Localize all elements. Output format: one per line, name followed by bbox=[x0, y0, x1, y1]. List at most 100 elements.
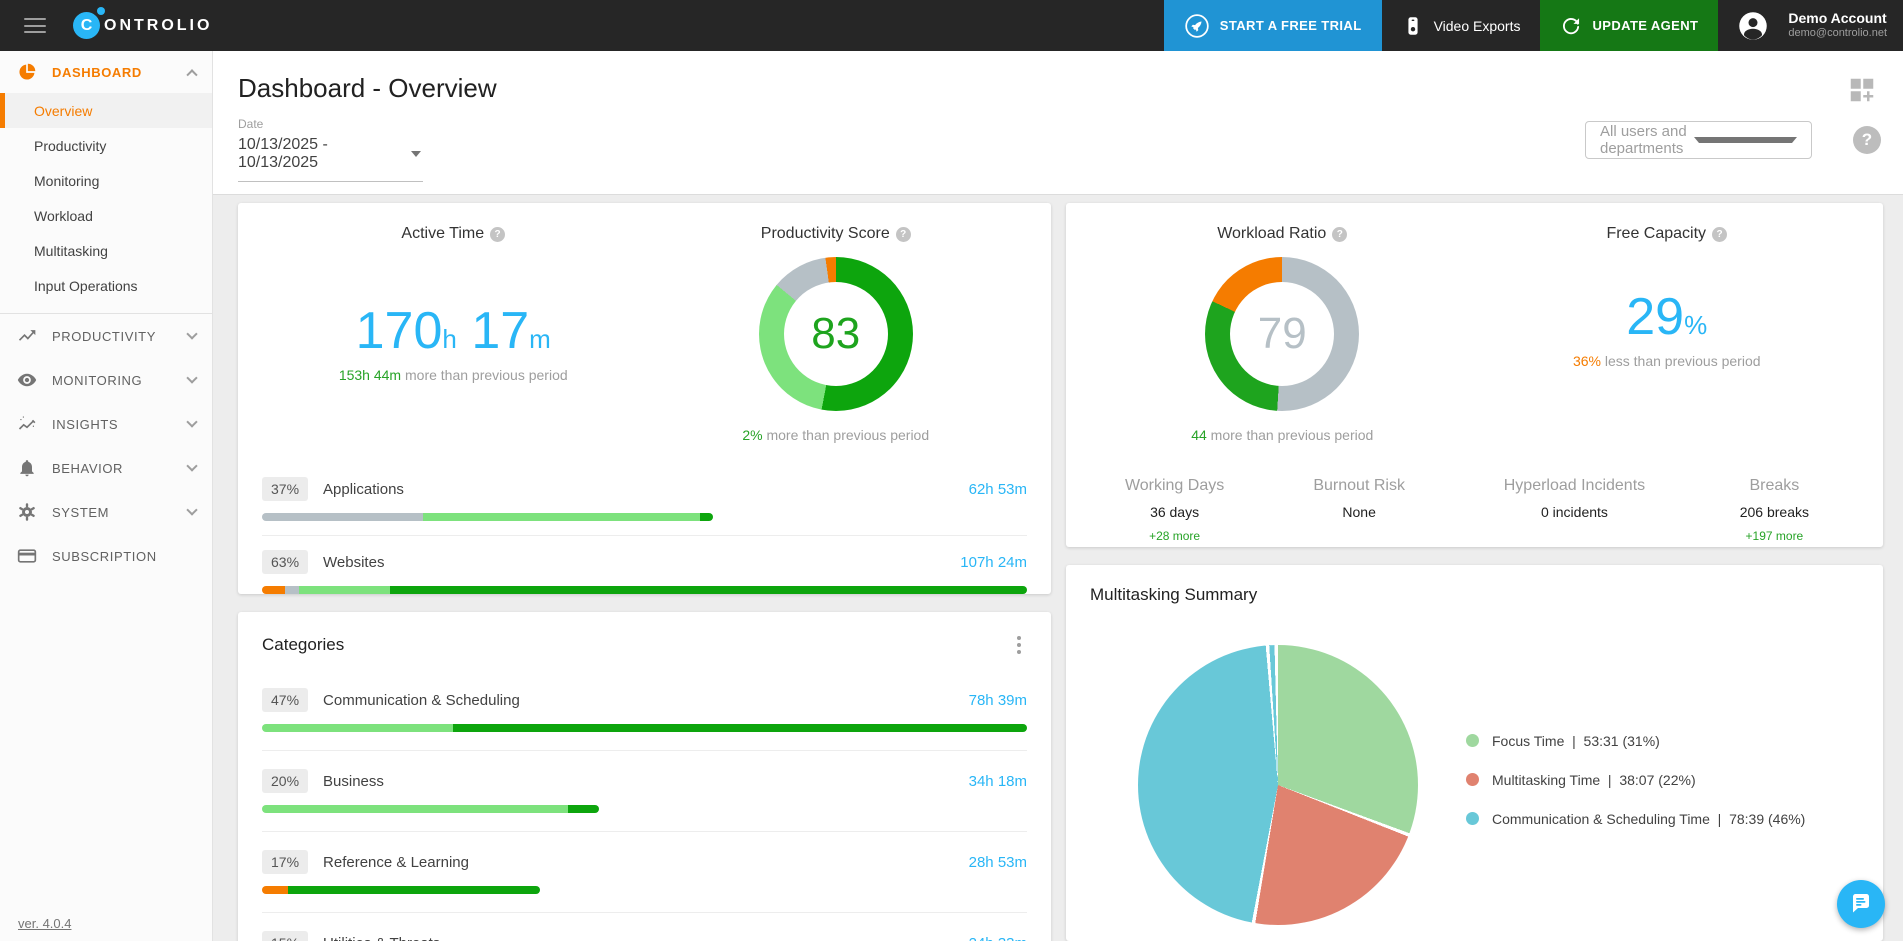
workload-ratio-delta: 44 more than previous period bbox=[1191, 427, 1373, 443]
progress-bar bbox=[262, 513, 1027, 521]
active-time-delta: 153h 44m more than previous period bbox=[339, 367, 568, 383]
logo-dot bbox=[97, 7, 105, 15]
chevron-down-icon bbox=[186, 504, 197, 515]
sidebar-item-productivity[interactable]: Productivity bbox=[0, 128, 212, 163]
sidebar-item-productivity[interactable]: PRODUCTIVITY bbox=[0, 314, 212, 358]
update-agent-button[interactable]: UPDATE AGENT bbox=[1540, 0, 1718, 51]
row-time: 107h 24m bbox=[960, 554, 1027, 571]
bar-segment bbox=[390, 586, 1027, 594]
row-label: Utilities & Threats bbox=[323, 935, 969, 941]
gear-icon bbox=[16, 501, 38, 523]
row-time: 28h 53m bbox=[969, 854, 1027, 871]
bar-segment bbox=[262, 513, 423, 521]
legend-label: Focus Time | 53:31 (31%) bbox=[1492, 733, 1660, 749]
percent-badge: 17% bbox=[262, 850, 308, 874]
bar-segment bbox=[288, 886, 540, 894]
stat-row-utilities-threats: 15%Utilities & Threats24h 33m bbox=[262, 912, 1027, 941]
version-link[interactable]: ver. 4.0.4 bbox=[18, 916, 71, 931]
row-label: Communication & Scheduling bbox=[323, 692, 969, 709]
sidebar-item-insights[interactable]: INSIGHTS bbox=[0, 402, 212, 446]
productivity-score-value: 83 bbox=[759, 257, 913, 411]
date-range-picker[interactable]: 10/13/2025 - 10/13/2025 bbox=[238, 131, 423, 182]
percent-badge: 47% bbox=[262, 688, 308, 712]
legend-label: Communication & Scheduling Time | 78:39 … bbox=[1492, 811, 1805, 827]
stat-row-communication-scheduling: 47% Communication & Scheduling78h 39m bbox=[262, 670, 1027, 732]
row-time: 78h 39m bbox=[969, 692, 1027, 709]
chevron-down-icon bbox=[186, 328, 197, 339]
progress-bar bbox=[262, 586, 1027, 594]
stat-row-websites: 63%Websites107h 24m bbox=[262, 535, 1027, 594]
video-file-icon bbox=[1402, 15, 1424, 37]
sidebar-item-subscription[interactable]: SUBSCRIPTION bbox=[0, 534, 212, 578]
workload-stat-hyperload-incidents: Hyperload Incidents0 incidents bbox=[1459, 477, 1690, 543]
help-icon[interactable]: ? bbox=[896, 227, 911, 242]
help-icon[interactable]: ? bbox=[1332, 227, 1347, 242]
top-bar: C ONTROLIO START A FREE TRIAL Video Expo… bbox=[0, 0, 1903, 51]
hamburger-menu-icon[interactable] bbox=[24, 18, 46, 33]
workload-stat-burnout-risk: Burnout RiskNone bbox=[1259, 477, 1459, 543]
credit-card-icon bbox=[16, 545, 38, 567]
bar-segment bbox=[568, 805, 599, 813]
free-capacity-title: Free Capacity bbox=[1606, 225, 1706, 243]
bar-segment bbox=[423, 513, 701, 521]
account-name: Demo Account bbox=[1788, 10, 1887, 28]
row-time: 24h 33m bbox=[969, 935, 1027, 941]
multitasking-legend: Focus Time | 53:31 (31%)Multitasking Tim… bbox=[1466, 733, 1805, 850]
insights-icon bbox=[16, 413, 38, 435]
progress-bar bbox=[262, 724, 1027, 732]
productivity-score-donut: 83 bbox=[759, 257, 913, 411]
bar-segment bbox=[262, 586, 285, 594]
sidebar-item-monitoring[interactable]: Monitoring bbox=[0, 163, 212, 198]
account-email: demo@controlio.net bbox=[1788, 27, 1887, 41]
chevron-down-icon bbox=[186, 460, 197, 471]
page-title: Dashboard - Overview bbox=[238, 51, 1903, 104]
eye-icon bbox=[16, 369, 38, 391]
chat-fab-button[interactable] bbox=[1837, 880, 1885, 928]
sidebar-item-input-operations[interactable]: Input Operations bbox=[0, 268, 212, 303]
workload-ratio-value: 79 bbox=[1205, 257, 1359, 411]
percent-badge: 63% bbox=[262, 550, 308, 574]
account-menu[interactable]: Demo Account demo@controlio.net bbox=[1718, 0, 1903, 51]
app-logo[interactable]: C ONTROLIO bbox=[73, 12, 212, 39]
stat-row-reference-learning: 17%Reference & Learning28h 53m bbox=[262, 831, 1027, 894]
video-exports-label: Video Exports bbox=[1434, 18, 1521, 34]
users-filter-dropdown[interactable]: All users and departments bbox=[1585, 121, 1812, 159]
sidebar-item-behavior[interactable]: BEHAVIOR bbox=[0, 446, 212, 490]
sidebar-item-workload[interactable]: Workload bbox=[0, 198, 212, 233]
row-time: 62h 53m bbox=[969, 481, 1027, 498]
categories-rows: 47% Communication & Scheduling78h 39m 20%B… bbox=[262, 670, 1027, 941]
help-button[interactable]: ? bbox=[1853, 126, 1881, 154]
main-area: Dashboard - Overview Date 10/13/2025 - 1… bbox=[213, 51, 1903, 941]
workload-stats-row: Working Days36 days+28 moreBurnout RiskN… bbox=[1090, 477, 1859, 543]
help-icon[interactable]: ? bbox=[1712, 227, 1727, 242]
percent-badge: 20% bbox=[262, 769, 308, 793]
sidebar-item-overview[interactable]: Overview bbox=[0, 93, 212, 128]
logo-c-circle: C bbox=[73, 12, 100, 39]
bar-segment bbox=[262, 724, 453, 732]
video-exports-button[interactable]: Video Exports bbox=[1382, 0, 1541, 51]
chevron-up-icon bbox=[186, 69, 197, 80]
active-time-value: 170h 17m bbox=[356, 305, 551, 357]
sidebar-item-system[interactable]: SYSTEM bbox=[0, 490, 212, 534]
active-time-title: Active Time bbox=[401, 225, 484, 243]
start-free-trial-button[interactable]: START A FREE TRIAL bbox=[1164, 0, 1382, 51]
sidebar-item-dashboard[interactable]: DASHBOARD bbox=[0, 51, 212, 93]
multitasking-title: Multitasking Summary bbox=[1090, 585, 1859, 605]
percent-badge: 37% bbox=[262, 477, 308, 501]
chevron-down-icon bbox=[186, 372, 197, 383]
sidebar-item-monitoring[interactable]: MONITORING bbox=[0, 358, 212, 402]
categories-card: Categories 47%Communication & Scheduling… bbox=[238, 612, 1051, 941]
dashboard-content: Active Time ? 170h 17m 153h 44m more tha… bbox=[213, 195, 1903, 941]
dashboard-layout-add-icon[interactable] bbox=[1847, 75, 1877, 110]
legend-dot bbox=[1466, 734, 1479, 747]
progress-bar bbox=[262, 805, 1027, 813]
stat-row-business: 20%Business34h 18m bbox=[262, 750, 1027, 813]
productivity-score-title: Productivity Score bbox=[761, 225, 890, 243]
sidebar-item-multitasking[interactable]: Multitasking bbox=[0, 233, 212, 268]
help-icon[interactable]: ? bbox=[490, 227, 505, 242]
avatar-icon bbox=[1738, 11, 1768, 41]
update-refresh-icon bbox=[1560, 15, 1582, 37]
workload-card: Workload Ratio ? 79 44 more than previou… bbox=[1066, 203, 1883, 547]
productivity-score-title-row: Productivity Score ? bbox=[761, 225, 911, 243]
kebab-menu-icon[interactable] bbox=[1011, 632, 1027, 658]
